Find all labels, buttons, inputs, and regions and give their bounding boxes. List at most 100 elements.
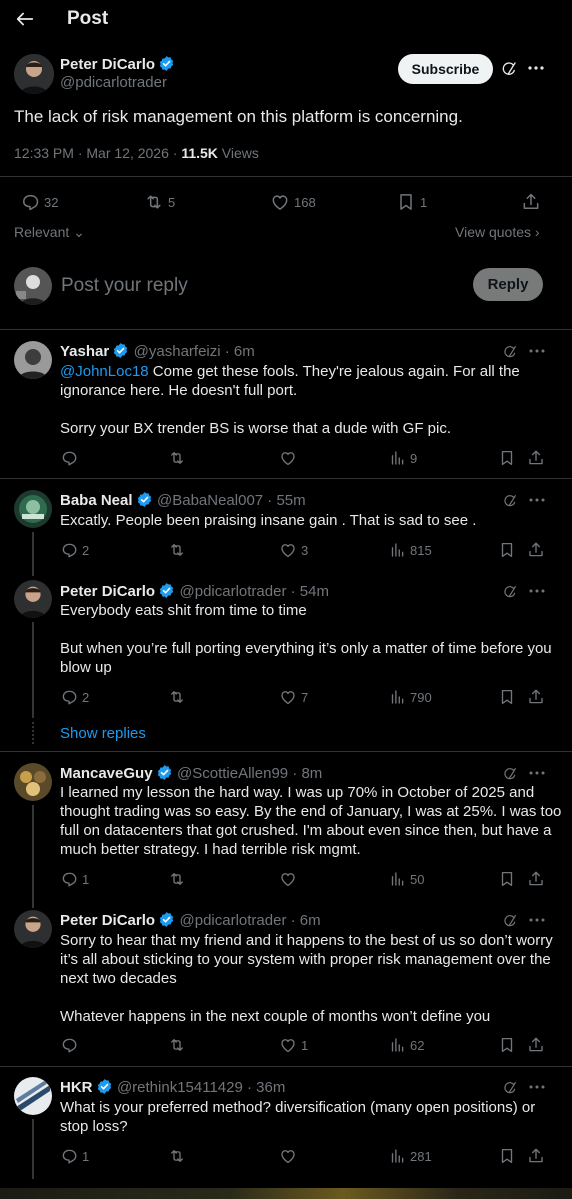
reply-action[interactable] [60,449,82,467]
more-icon [528,66,544,70]
avatar[interactable] [14,1077,52,1115]
more-button[interactable] [529,771,545,775]
bookmark-action[interactable] [498,870,516,888]
like-action[interactable] [279,1147,301,1165]
reply-icon [60,870,78,888]
grok-button[interactable] [502,493,518,509]
views-action[interactable]: 50 [388,870,424,888]
repost-action[interactable] [168,449,190,467]
show-replies-link[interactable]: Show replies [60,725,146,742]
avatar[interactable] [14,54,54,94]
reply-action[interactable] [60,1036,82,1054]
more-button[interactable] [529,349,545,353]
author-name[interactable]: Peter DiCarlo [60,56,155,73]
repost-action[interactable] [168,870,190,888]
reply-author-name[interactable]: HKR [60,1079,93,1096]
view-quotes-link[interactable]: View quotes › [455,224,540,240]
views-action[interactable]: 62 [388,1036,424,1054]
reply-action[interactable]: 32 [20,192,58,212]
grok-button[interactable] [502,1080,518,1096]
bookmark-action[interactable] [498,1036,516,1054]
bookmark-action[interactable] [498,541,516,559]
reply-author-handle[interactable]: @yasharfeizi · 6m [134,343,255,360]
like-action[interactable] [279,449,301,467]
views-icon [388,688,406,706]
more-button[interactable] [529,589,545,593]
like-action[interactable]: 168 [270,192,316,212]
reply-author-name[interactable]: Peter DiCarlo [60,912,155,929]
reply-author-name[interactable]: Baba Neal [60,492,133,509]
like-action[interactable]: 7 [279,688,308,706]
reply-action[interactable]: 1 [60,870,89,888]
sort-dropdown[interactable]: Relevant ⌄ [14,224,85,241]
repost-action[interactable]: 5 [144,192,175,212]
mention-link[interactable]: @JohnLoc18 [60,363,149,380]
share-icon [527,688,545,706]
grok-button[interactable] [502,913,518,929]
bookmark-action[interactable] [498,449,516,467]
avatar[interactable] [14,341,52,379]
share-action[interactable] [527,1036,545,1054]
repost-action[interactable] [168,688,190,706]
reply-button[interactable]: Reply [473,268,543,301]
views-action[interactable]: 281 [388,1147,432,1165]
like-action[interactable]: 1 [279,1036,308,1054]
bookmark-action[interactable] [498,1147,516,1165]
share-action[interactable] [527,449,545,467]
like-action[interactable]: 3 [279,541,308,559]
grok-button[interactable] [500,60,518,78]
views-action[interactable]: 9 [388,449,417,467]
share-action[interactable] [527,870,545,888]
reply-author-handle[interactable]: @pdicarlotrader · 54m [180,583,329,600]
reply-author-name[interactable]: Peter DiCarlo [60,583,155,600]
views-icon [388,870,406,888]
grok-button[interactable] [502,344,518,360]
more-button[interactable] [529,918,545,922]
reply-author-name[interactable]: Yashar [60,343,109,360]
next-item-edge [0,1188,572,1199]
avatar[interactable] [14,490,52,528]
more-button[interactable] [528,66,544,70]
more-button[interactable] [529,498,545,502]
repost-icon [168,541,186,559]
share-action[interactable] [527,541,545,559]
reply-text: I learned my lesson the hard way. I was … [60,784,562,858]
author-handle[interactable]: @pdicarlotrader [60,74,167,91]
grok-button[interactable] [502,584,518,600]
avatar[interactable] [14,580,52,618]
avatar[interactable] [14,910,52,948]
reply-author-handle[interactable]: @BabaNeal007 · 55m [157,492,306,509]
reply-action[interactable]: 2 [60,688,89,706]
share-action[interactable] [521,192,541,212]
reply-author-name[interactable]: MancaveGuy [60,765,153,782]
reply-author-handle[interactable]: @pdicarlotrader · 6m [180,912,321,929]
user-avatar[interactable] [14,267,52,305]
avatar[interactable] [14,763,52,801]
repost-action[interactable] [168,1036,190,1054]
views-action[interactable]: 815 [388,541,432,559]
like-action[interactable] [279,870,301,888]
reply-text: Sorry to hear that my friend and it happ… [60,932,553,1025]
reply-author-handle[interactable]: @ScottieAllen99 · 8m [177,765,322,782]
grok-button[interactable] [502,766,518,782]
reply-author-handle[interactable]: @rethink15411429 · 36m [117,1079,285,1096]
reply-action[interactable]: 2 [60,541,89,559]
repost-icon [168,449,186,467]
reply-icon [20,192,40,212]
share-action[interactable] [527,688,545,706]
bookmark-action[interactable]: 1 [396,192,427,212]
more-button[interactable] [529,1085,545,1089]
grok-icon [502,913,518,929]
post-time[interactable]: 12:33 PM · Mar 12, 2026 · [14,145,181,161]
grok-icon [502,493,518,509]
bookmark-action[interactable] [498,688,516,706]
repost-action[interactable] [168,1147,190,1165]
repost-action[interactable] [168,541,190,559]
back-button[interactable] [14,8,36,30]
reply-input[interactable]: Post your reply [61,275,461,297]
share-action[interactable] [527,1147,545,1165]
views-action[interactable]: 790 [388,688,432,706]
reply-text: Excatly. People been praising insane gai… [60,512,477,529]
reply-action[interactable]: 1 [60,1147,89,1165]
subscribe-button[interactable]: Subscribe [398,54,493,84]
